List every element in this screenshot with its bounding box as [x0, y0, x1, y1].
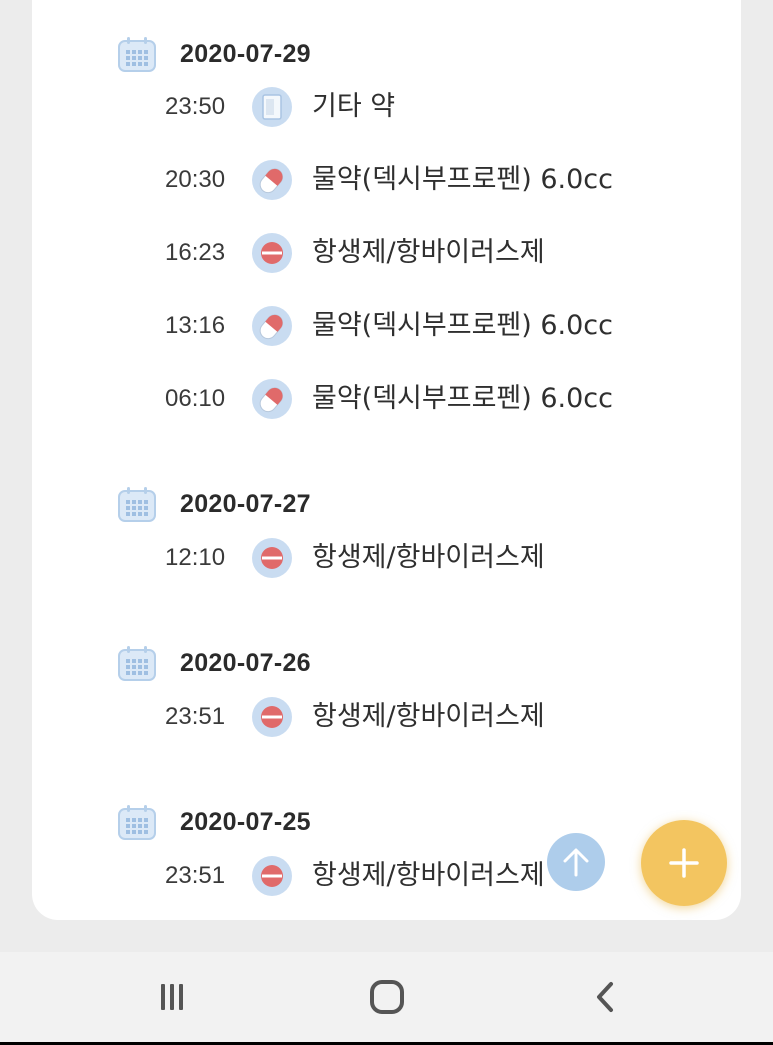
date-header: 2020-07-25 — [116, 802, 311, 842]
liquid-medicine-icon — [252, 306, 292, 346]
scroll-to-top-button[interactable] — [547, 833, 605, 891]
back-button[interactable] — [561, 952, 651, 1042]
list-item[interactable]: 23:51 항생제/항바이러스제 — [32, 854, 741, 898]
list-item[interactable]: 13:16 물약(덱시부프로펜) 6.0cc — [32, 304, 741, 348]
date-header: 2020-07-26 — [116, 643, 311, 683]
list-item[interactable]: 12:10 항생제/항바이러스제 — [32, 536, 741, 580]
home-icon — [370, 980, 404, 1014]
entry-name: 항생제/항바이러스제 — [312, 237, 545, 268]
calendar-icon — [118, 646, 156, 681]
home-button[interactable] — [342, 952, 432, 1042]
date-label: 2020-07-26 — [180, 648, 311, 677]
entry-name: 물약(덱시부프로펜) 6.0cc — [312, 164, 613, 195]
date-label: 2020-07-29 — [180, 39, 311, 68]
arrow-up-icon — [563, 848, 589, 877]
antibiotic-icon — [252, 697, 292, 737]
liquid-medicine-icon — [252, 379, 292, 419]
other-medicine-icon — [252, 87, 292, 127]
date-label: 2020-07-27 — [180, 489, 311, 518]
calendar-icon — [118, 805, 156, 840]
back-icon — [597, 982, 613, 1012]
list-item[interactable]: 20:30 물약(덱시부프로펜) 6.0cc — [32, 158, 741, 202]
list-item[interactable]: 06:10 물약(덱시부프로펜) 6.0cc — [32, 377, 741, 421]
date-header: 2020-07-29 — [116, 34, 311, 74]
list-item[interactable]: 23:50 기타 약 — [32, 85, 741, 129]
list-item[interactable]: 23:51 항생제/항바이러스제 — [32, 695, 741, 739]
antibiotic-icon — [252, 856, 292, 896]
entry-name: 기타 약 — [312, 91, 396, 122]
add-button[interactable] — [641, 820, 727, 906]
antibiotic-icon — [252, 538, 292, 578]
entry-name: 항생제/항바이러스제 — [312, 701, 545, 732]
list-item[interactable]: 16:23 항생제/항바이러스제 — [32, 231, 741, 275]
entry-name: 물약(덱시부프로펜) 6.0cc — [312, 310, 613, 341]
recents-button[interactable] — [127, 952, 217, 1042]
date-label: 2020-07-25 — [180, 807, 311, 836]
system-navigation-bar — [0, 952, 773, 1042]
antibiotic-icon — [252, 233, 292, 273]
entry-name: 항생제/항바이러스제 — [312, 860, 545, 891]
calendar-icon — [118, 487, 156, 522]
calendar-icon — [118, 37, 156, 72]
date-header: 2020-07-27 — [116, 484, 311, 524]
liquid-medicine-icon — [252, 160, 292, 200]
entry-name: 물약(덱시부프로펜) 6.0cc — [312, 383, 613, 414]
entry-name: 항생제/항바이러스제 — [312, 542, 545, 573]
plus-icon — [669, 848, 699, 878]
recents-icon — [161, 984, 183, 1010]
medication-log-card: 2020-07-29 23:50 기타 약 20:30 물약(덱시부프로펜) 6… — [32, 0, 741, 920]
